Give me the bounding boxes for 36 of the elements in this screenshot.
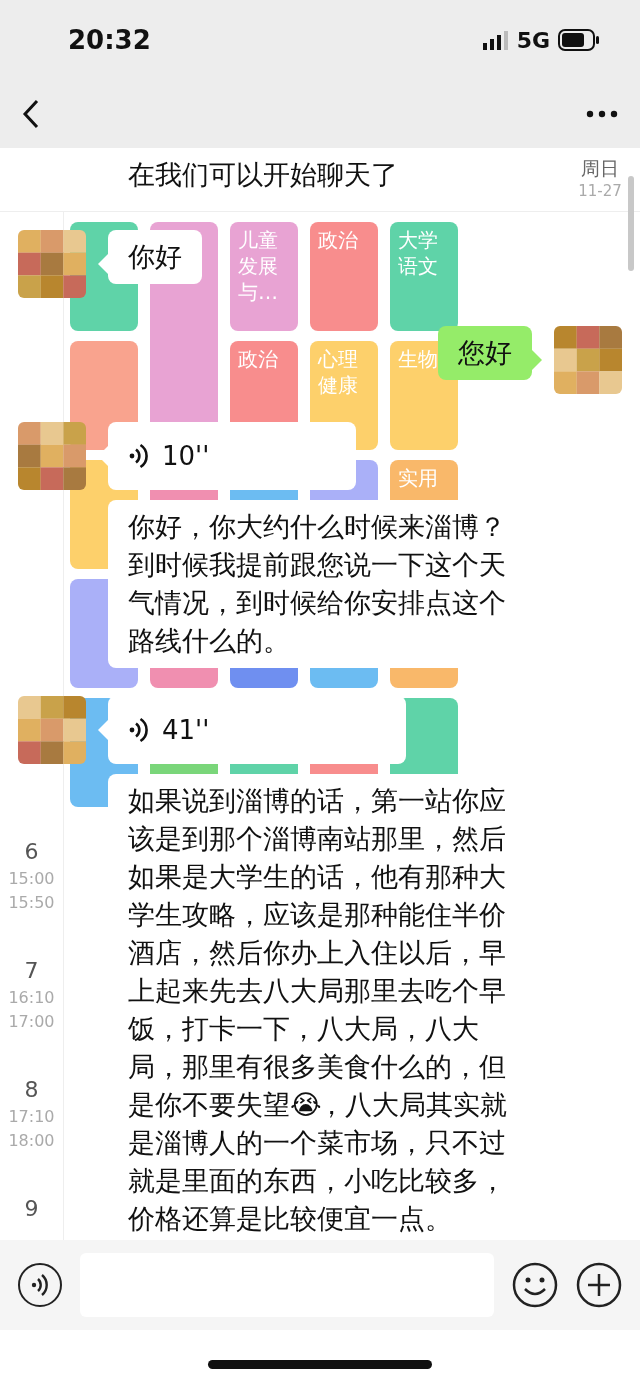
period-number: 6: [23, 838, 40, 866]
day-header: 周日 11-27: [577, 156, 623, 203]
network-type: 5G: [516, 26, 550, 55]
voice-icon: [128, 443, 148, 469]
period-time: 17:10: [7, 1106, 56, 1128]
voice-icon: [30, 1273, 50, 1297]
scrollbar[interactable]: [628, 176, 634, 271]
voice-duration: 41'': [162, 714, 210, 747]
period-time: 17:00: [7, 1011, 56, 1033]
period-number: 8: [23, 1076, 40, 1104]
period-number: 7: [23, 957, 40, 985]
status-time: 20:32: [68, 23, 151, 57]
course-block: 大学语文: [390, 222, 458, 331]
period-number: 9: [23, 1195, 40, 1223]
voice-message[interactable]: 41'': [108, 696, 406, 764]
voice-message[interactable]: 10'': [108, 422, 356, 490]
period-time: 15:50: [7, 892, 56, 914]
bubble-tail: [98, 720, 108, 740]
bubble-tail: [98, 254, 108, 274]
battery-icon: [558, 29, 600, 51]
chat-message: 您好: [438, 326, 532, 380]
period-time: 18:00: [7, 1130, 56, 1152]
emoji-icon[interactable]: [512, 1262, 558, 1308]
course-block: 儿童发展与…: [230, 222, 298, 331]
plus-icon[interactable]: [576, 1262, 622, 1308]
signal-icon: [482, 30, 509, 50]
period-time: 16:10: [7, 987, 56, 1009]
chat-message: 你好: [108, 230, 202, 284]
period-time: 15:00: [7, 868, 56, 890]
voice-icon: [128, 717, 148, 743]
more-icon[interactable]: [586, 110, 618, 118]
course-block: 政治: [310, 222, 378, 331]
voice-button[interactable]: [18, 1263, 62, 1307]
voice-duration: 10'': [162, 440, 210, 473]
bubble-tail: [532, 350, 542, 370]
back-icon[interactable]: [22, 99, 40, 129]
